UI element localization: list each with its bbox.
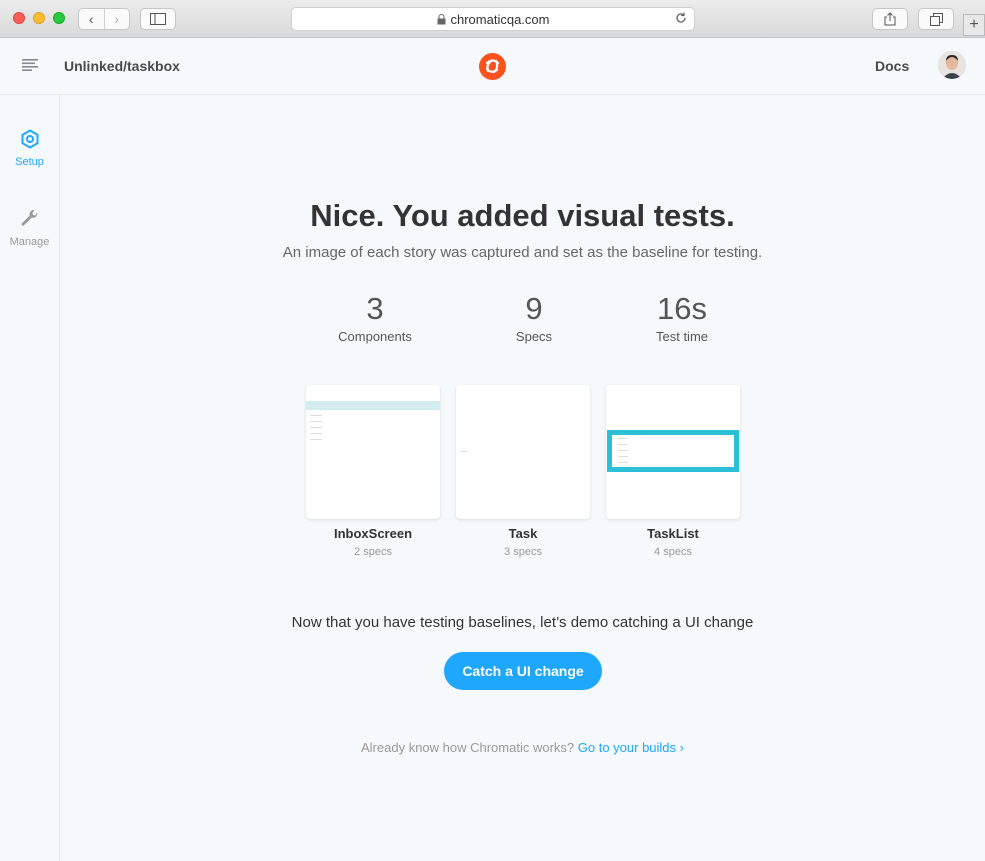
page-title: Nice. You added visual tests. [310,198,735,233]
catch-ui-change-button[interactable]: Catch a UI change [444,652,602,690]
browser-toolbar: ‹ › chromaticqa.com + [0,0,985,38]
snapshot-preview-line [460,451,468,452]
left-sidebar: Setup Manage [0,95,60,861]
snapshot-preview-line [618,444,628,445]
share-icon [884,12,896,26]
snapshot-preview-line [618,438,628,439]
sidebar-item-label: Manage [9,236,50,248]
setup-icon [21,129,38,149]
new-tab-button[interactable]: + [963,14,985,36]
main-content: Nice. You added visual tests. An image o… [60,95,985,861]
stat-value: 16s [657,291,707,326]
component-spec-count: 4 specs [654,546,692,558]
url-text: chromaticqa.com [450,11,550,27]
snapshot-preview-line [310,421,322,422]
snapshot-preview-line [310,427,322,428]
back-button[interactable]: ‹ [79,9,104,29]
avatar[interactable] [938,51,966,79]
component-spec-count: 2 specs [354,546,392,558]
tabs-icon [929,12,943,26]
stat-label: Test time [655,329,708,344]
project-name[interactable]: Unlinked/taskbox [64,58,180,74]
plus-icon: + [969,16,979,33]
snapshot-preview-line [310,433,322,434]
snapshot-preview-line [310,415,322,416]
sidebar-item-label: Setup [15,156,44,168]
stat-label: Components [338,329,412,344]
footer-note: Already know how Chromatic works? Go to … [60,740,985,755]
app-header: Unlinked/taskbox Docs [0,39,985,95]
demo-prompt: Now that you have testing baselines, let… [291,614,754,631]
page-subtitle: An image of each story was captured and … [282,244,763,261]
snapshot-preview-bar [306,401,440,410]
snapshot-card-task[interactable] [456,385,590,519]
sidebar-item-manage[interactable]: Manage [0,209,59,248]
stat-value: 9 [525,291,543,326]
menu-icon[interactable] [22,59,38,71]
component-name[interactable]: InboxScreen [306,526,440,541]
user-avatar-icon [938,51,966,79]
stat-label: Specs [515,329,553,344]
chevron-left-icon: ‹ [88,11,94,27]
show-tabs-button[interactable] [918,8,954,30]
forward-button[interactable]: › [103,9,130,29]
minimize-window-button[interactable] [33,12,45,24]
docs-link[interactable]: Docs [875,58,909,74]
reload-icon[interactable] [674,11,688,25]
stat-value: 3 [366,291,384,326]
share-button[interactable] [872,8,908,30]
stat-test-time: 16s Test time [612,291,752,344]
lock-icon [437,13,445,24]
snapshot-preview-line [618,462,628,463]
component-name[interactable]: Task [456,526,590,541]
stat-specs: 9 Specs [464,291,604,344]
close-window-button[interactable] [13,12,25,24]
snapshot-preview-line [310,439,322,440]
chromatic-logo-icon[interactable] [479,53,506,80]
component-name[interactable]: TaskList [606,526,740,541]
snapshot-preview-line [618,456,628,457]
footer-text: Already know how Chromatic works? [361,740,575,755]
component-spec-count: 3 specs [504,546,542,558]
snapshot-preview-line [618,450,628,451]
sidebar-toggle-button[interactable] [140,8,176,30]
stat-components: 3 Components [305,291,445,344]
snapshot-card-tasklist[interactable] [606,385,740,519]
wrench-icon [21,210,37,226]
address-bar[interactable]: chromaticqa.com [291,7,695,31]
zoom-window-button[interactable] [53,12,65,24]
snapshot-highlight-frame [607,430,739,472]
sidebar-item-setup[interactable]: Setup [0,129,59,168]
sidebar-icon [150,13,166,25]
snapshot-card-inboxscreen[interactable] [306,385,440,519]
chevron-right-icon: › [114,11,120,27]
history-nav: ‹ › [78,8,130,30]
go-to-builds-link[interactable]: Go to your builds › [578,740,684,755]
